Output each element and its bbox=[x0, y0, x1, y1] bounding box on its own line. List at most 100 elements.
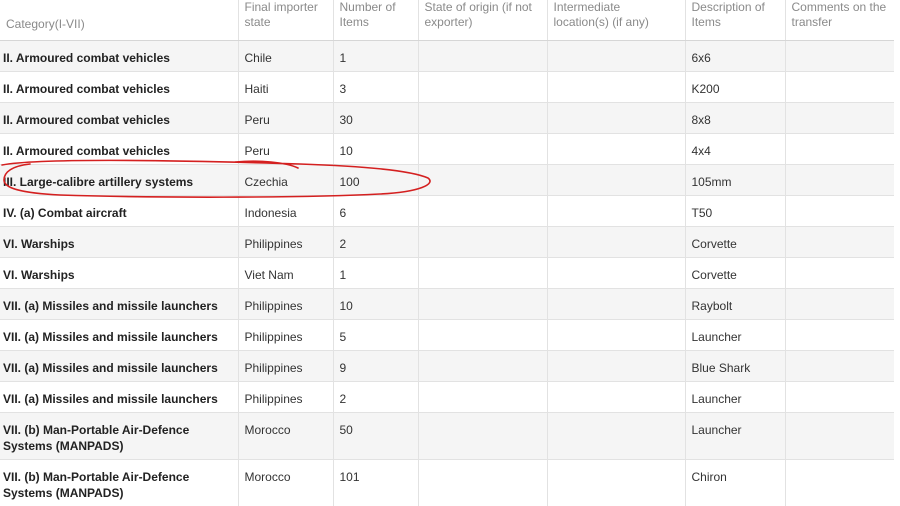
table-row: VII. (a) Missiles and missile launchers P… bbox=[0, 349, 894, 381]
cell-category: III. Large-calibre artillery systems bbox=[0, 163, 239, 195]
cell-comments bbox=[785, 256, 894, 288]
cell-intermediate-location bbox=[547, 163, 686, 195]
transfer-table-container: Category(I-VII) Final importer state Num… bbox=[0, 0, 900, 506]
cell-final-importer: Indonesia bbox=[238, 194, 334, 226]
cell-state-of-origin bbox=[418, 380, 548, 412]
table-row: VII. (b) Man-Portable Air-Defence System… bbox=[0, 458, 894, 506]
cell-number-of-items: 6 bbox=[333, 194, 419, 226]
cell-category: VII. (a) Missiles and missile launchers bbox=[0, 380, 239, 412]
cell-number-of-items: 9 bbox=[333, 349, 419, 381]
cell-intermediate-location bbox=[547, 132, 686, 164]
cell-category: VII. (a) Missiles and missile launchers bbox=[0, 349, 239, 381]
cell-description: Raybolt bbox=[685, 287, 786, 319]
cell-intermediate-location bbox=[547, 70, 686, 102]
cell-final-importer: Chile bbox=[238, 39, 334, 71]
cell-number-of-items: 1 bbox=[333, 256, 419, 288]
cell-final-importer: Peru bbox=[238, 132, 334, 164]
cell-final-importer: Philippines bbox=[238, 287, 334, 319]
cell-category: VII. (a) Missiles and missile launchers bbox=[0, 318, 239, 350]
cell-final-importer: Philippines bbox=[238, 225, 334, 257]
cell-number-of-items: 101 bbox=[333, 458, 419, 506]
cell-final-importer: Philippines bbox=[238, 318, 334, 350]
table-row: II. Armoured combat vehicles Peru 10 4x4 bbox=[0, 132, 894, 164]
cell-description: 8x8 bbox=[685, 101, 786, 133]
cell-state-of-origin bbox=[418, 256, 548, 288]
cell-state-of-origin bbox=[418, 132, 548, 164]
cell-number-of-items: 10 bbox=[333, 287, 419, 319]
cell-description: Chiron bbox=[685, 458, 786, 506]
cell-state-of-origin bbox=[418, 411, 548, 459]
table-row: II. Armoured combat vehicles Haiti 3 K200 bbox=[0, 70, 894, 102]
table-row: II. Armoured combat vehicles Peru 30 8x8 bbox=[0, 101, 894, 133]
cell-final-importer: Haiti bbox=[238, 70, 334, 102]
cell-number-of-items: 2 bbox=[333, 225, 419, 257]
header-comments: Comments on the transfer bbox=[785, 0, 894, 41]
cell-intermediate-location bbox=[547, 256, 686, 288]
cell-category: IV. (a) Combat aircraft bbox=[0, 194, 239, 226]
table-row: VI. Warships Philippines 2 Corvette bbox=[0, 225, 894, 257]
cell-number-of-items: 30 bbox=[333, 101, 419, 133]
cell-description: Blue Shark bbox=[685, 349, 786, 381]
cell-intermediate-location bbox=[547, 380, 686, 412]
cell-number-of-items: 5 bbox=[333, 318, 419, 350]
cell-intermediate-location bbox=[547, 39, 686, 71]
cell-number-of-items: 50 bbox=[333, 411, 419, 459]
cell-comments bbox=[785, 349, 894, 381]
cell-category: VII. (b) Man-Portable Air-Defence System… bbox=[0, 411, 239, 459]
cell-comments bbox=[785, 101, 894, 133]
cell-description: 4x4 bbox=[685, 132, 786, 164]
cell-number-of-items: 3 bbox=[333, 70, 419, 102]
cell-final-importer: Morocco bbox=[238, 411, 334, 459]
cell-category: II. Armoured combat vehicles bbox=[0, 101, 239, 133]
header-description: Description of Items bbox=[685, 0, 786, 41]
table-row: VII. (a) Missiles and missile launchers P… bbox=[0, 318, 894, 350]
cell-comments bbox=[785, 318, 894, 350]
cell-state-of-origin bbox=[418, 318, 548, 350]
cell-category: II. Armoured combat vehicles bbox=[0, 132, 239, 164]
cell-final-importer: Peru bbox=[238, 101, 334, 133]
cell-description: Launcher bbox=[685, 318, 786, 350]
header-number-of-items: Number of Items bbox=[333, 0, 419, 41]
cell-category: VII. (a) Missiles and missile launchers bbox=[0, 287, 239, 319]
cell-description: Launcher bbox=[685, 411, 786, 459]
cell-description: 105mm bbox=[685, 163, 786, 195]
arms-transfer-table: Category(I-VII) Final importer state Num… bbox=[0, 0, 894, 506]
cell-intermediate-location bbox=[547, 411, 686, 459]
cell-comments bbox=[785, 70, 894, 102]
cell-number-of-items: 2 bbox=[333, 380, 419, 412]
cell-state-of-origin bbox=[418, 194, 548, 226]
cell-final-importer: Philippines bbox=[238, 380, 334, 412]
cell-number-of-items: 1 bbox=[333, 39, 419, 71]
cell-comments bbox=[785, 163, 894, 195]
cell-state-of-origin bbox=[418, 70, 548, 102]
cell-state-of-origin bbox=[418, 39, 548, 71]
cell-final-importer: Morocco bbox=[238, 458, 334, 506]
cell-description: T50 bbox=[685, 194, 786, 226]
cell-comments bbox=[785, 225, 894, 257]
cell-final-importer: Philippines bbox=[238, 349, 334, 381]
cell-description: Corvette bbox=[685, 225, 786, 257]
cell-comments bbox=[785, 458, 894, 506]
cell-category: VII. (b) Man-Portable Air-Defence System… bbox=[0, 458, 239, 506]
table-row: VII. (a) Missiles and missile launchers P… bbox=[0, 287, 894, 319]
cell-state-of-origin bbox=[418, 101, 548, 133]
cell-intermediate-location bbox=[547, 101, 686, 133]
cell-intermediate-location bbox=[547, 318, 686, 350]
table-row: VI. Warships Viet Nam 1 Corvette bbox=[0, 256, 894, 288]
cell-category: II. Armoured combat vehicles bbox=[0, 70, 239, 102]
cell-final-importer: Viet Nam bbox=[238, 256, 334, 288]
header-intermediate-location: Intermediate location(s) (if any) bbox=[547, 0, 686, 41]
cell-comments bbox=[785, 380, 894, 412]
cell-comments bbox=[785, 194, 894, 226]
cell-intermediate-location bbox=[547, 194, 686, 226]
cell-intermediate-location bbox=[547, 349, 686, 381]
cell-state-of-origin bbox=[418, 163, 548, 195]
cell-comments bbox=[785, 132, 894, 164]
cell-description: Launcher bbox=[685, 380, 786, 412]
cell-comments bbox=[785, 39, 894, 71]
table-row: VII. (b) Man-Portable Air-Defence System… bbox=[0, 411, 894, 459]
table-body: II. Armoured combat vehicles Chile 1 6x6 II.… bbox=[0, 39, 894, 506]
table-row: II. Armoured combat vehicles Chile 1 6x6 bbox=[0, 39, 894, 71]
header-category: Category(I-VII) bbox=[0, 0, 239, 41]
cell-intermediate-location bbox=[547, 287, 686, 319]
